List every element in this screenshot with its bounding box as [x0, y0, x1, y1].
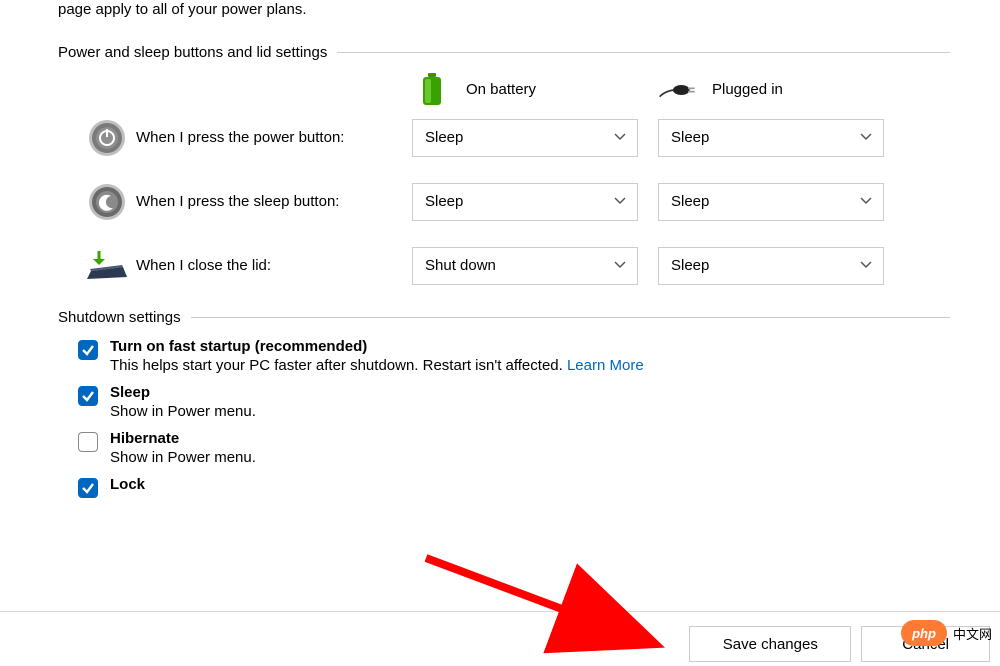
check-title: Hibernate	[110, 430, 256, 447]
laptop-lid-icon	[78, 249, 136, 283]
battery-icon	[412, 73, 452, 107]
select-value: Sleep	[425, 193, 463, 210]
select-lid-plugged-in[interactable]: Sleep	[658, 247, 884, 285]
select-sleep-on-battery[interactable]: Sleep	[412, 183, 638, 221]
divider	[0, 611, 1000, 612]
section-title-power: Power and sleep buttons and lid settings	[58, 44, 337, 61]
divider	[191, 317, 950, 318]
power-button-icon	[78, 118, 136, 158]
annotation-arrow	[420, 552, 680, 662]
check-item-fast-startup: Turn on fast startup (recommended) This …	[78, 338, 950, 380]
save-changes-button[interactable]: Save changes	[689, 626, 851, 662]
row-power-button: When I press the power button: Sleep Sle…	[78, 117, 950, 159]
row-sleep-button: When I press the sleep button: Sleep Sle…	[78, 181, 950, 223]
check-title: Sleep	[110, 384, 256, 401]
chevron-down-icon	[859, 129, 873, 147]
check-item-hibernate: Hibernate Show in Power menu.	[78, 430, 950, 472]
select-power-plugged-in[interactable]: Sleep	[658, 119, 884, 157]
select-value: Sleep	[425, 129, 463, 146]
check-description: Show in Power menu.	[110, 449, 256, 466]
check-item-lock: Lock	[78, 476, 950, 498]
row-label: When I press the power button:	[136, 129, 412, 146]
column-header-label: Plugged in	[712, 81, 783, 98]
chevron-down-icon	[859, 257, 873, 275]
column-header-battery: On battery	[412, 73, 658, 107]
learn-more-link[interactable]: Learn More	[567, 357, 644, 374]
sleep-button-icon	[78, 182, 136, 222]
select-sleep-plugged-in[interactable]: Sleep	[658, 183, 884, 221]
select-value: Sleep	[671, 257, 709, 274]
section-shutdown: Shutdown settings Turn on fast startup (…	[58, 309, 950, 498]
row-label: When I close the lid:	[136, 257, 412, 274]
cancel-button[interactable]: Cancel	[861, 626, 990, 662]
chevron-down-icon	[613, 193, 627, 211]
check-item-sleep: Sleep Show in Power menu.	[78, 384, 950, 426]
check-title: Lock	[110, 476, 145, 493]
intro-text: page apply to all of your power plans.	[58, 0, 950, 20]
section-power-buttons: Power and sleep buttons and lid settings…	[58, 44, 950, 287]
checkbox-sleep[interactable]	[78, 386, 98, 406]
divider	[337, 52, 950, 53]
select-lid-on-battery[interactable]: Shut down	[412, 247, 638, 285]
check-title: Turn on fast startup (recommended)	[110, 338, 644, 355]
section-title-shutdown: Shutdown settings	[58, 309, 191, 326]
check-description: This helps start your PC faster after sh…	[110, 357, 644, 374]
row-label: When I press the sleep button:	[136, 193, 412, 210]
checkbox-lock[interactable]	[78, 478, 98, 498]
chevron-down-icon	[613, 257, 627, 275]
plug-icon	[658, 78, 698, 102]
checkbox-hibernate[interactable]	[78, 432, 98, 452]
chevron-down-icon	[859, 193, 873, 211]
chevron-down-icon	[613, 129, 627, 147]
column-header-plugged: Plugged in	[658, 73, 904, 107]
select-value: Shut down	[425, 257, 496, 274]
check-description: Show in Power menu.	[110, 403, 256, 420]
column-header-label: On battery	[466, 81, 536, 98]
row-close-lid: When I close the lid: Shut down Sleep	[78, 245, 950, 287]
select-value: Sleep	[671, 129, 709, 146]
select-value: Sleep	[671, 193, 709, 210]
checkbox-fast-startup[interactable]	[78, 340, 98, 360]
select-power-on-battery[interactable]: Sleep	[412, 119, 638, 157]
